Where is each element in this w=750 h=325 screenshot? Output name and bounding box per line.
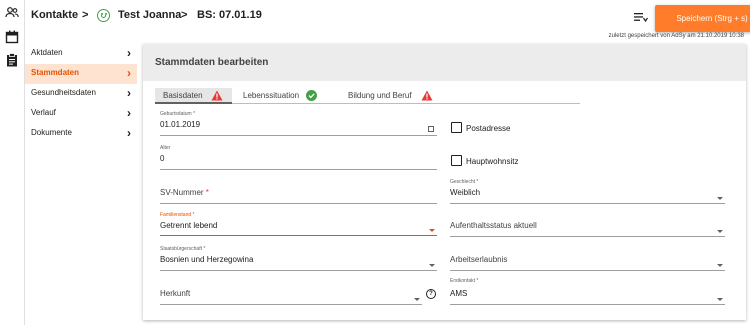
nav-item-label: Stammdaten: [31, 68, 80, 77]
first-contact-select[interactable]: Erstkontakt * AMS: [450, 278, 725, 305]
field-value: Weiblich: [450, 188, 481, 197]
hauptwohnsitz-label: Hauptwohnsitz: [466, 157, 519, 166]
nav-item-dokumente[interactable]: Dokumente ›: [25, 124, 137, 144]
age-field[interactable]: Alter 0: [160, 145, 437, 170]
top-bar: Kontakte > Test Joanna > BS: 07.01.19 Sp…: [25, 0, 750, 32]
nav-item-label: Verlauf: [31, 108, 56, 117]
chevron-right-icon: ›: [127, 106, 131, 120]
field-value: 0: [160, 154, 165, 163]
required-marker: *: [205, 188, 209, 197]
dropdown-arrow-icon: [717, 298, 723, 301]
calendar-picker-icon[interactable]: [428, 126, 434, 132]
field-label: Alter: [160, 145, 171, 151]
contacts-icon[interactable]: [5, 6, 19, 20]
chevron-right-icon: ›: [127, 46, 131, 60]
nav-item-label: Aktdaten: [31, 48, 63, 57]
check-circle-icon: [306, 90, 317, 101]
field-label: Staatsbürgerschaft *: [160, 246, 206, 252]
warning-icon: [421, 90, 433, 101]
field-value: Getrennt lebend: [160, 221, 218, 230]
field-label: Erstkontakt *: [450, 278, 479, 284]
dropdown-arrow-icon: [717, 264, 723, 267]
tab-bar: Basisdaten Lebenssituation Bildung und B…: [155, 88, 580, 104]
last-saved-info: zuletzt gespeichert von AdSy am 21.10.20…: [608, 33, 744, 39]
tab-label: Lebenssituation: [243, 91, 300, 100]
nav-item-label: Gesundheitsdaten: [31, 88, 96, 97]
placeholder-text: SV-Nummer: [160, 188, 204, 197]
breadcrumb-record: BS: 07.01.19: [197, 9, 262, 21]
dropdown-arrow-icon: [717, 197, 723, 200]
clipboard-icon[interactable]: [5, 53, 19, 67]
postadresse-label: Postadresse: [466, 124, 511, 133]
field-value: 01.01.2019: [160, 120, 201, 129]
field-label: Geschlecht *: [450, 179, 479, 185]
marital-status-select[interactable]: Familienstand * Getrennt lebend: [160, 212, 437, 236]
nav-item-stammdaten[interactable]: Stammdaten ›: [25, 64, 137, 84]
field-label: Geburtsdatum *: [160, 111, 196, 117]
chevron-right-icon: ›: [127, 66, 131, 80]
nav-item-verlauf[interactable]: Verlauf ›: [25, 104, 137, 124]
breadcrumb-person[interactable]: Test Joanna: [118, 9, 181, 21]
citizenship-select[interactable]: Staatsbürgerschaft * Bosnien und Herzego…: [160, 246, 437, 271]
dropdown-arrow-icon: [717, 230, 723, 233]
tab-lebenssituation[interactable]: Lebenssituation: [235, 88, 330, 104]
smiley-status-icon: [97, 9, 110, 22]
field-value: AMS: [450, 289, 468, 298]
nav-item-gesundheitsdaten[interactable]: Gesundheitsdaten ›: [25, 84, 137, 104]
field-placeholder: Arbeitserlaubnis: [450, 255, 508, 264]
sort-filter-icon[interactable]: [634, 11, 648, 23]
postadresse-checkbox[interactable]: [451, 122, 462, 133]
tab-label: Basisdaten: [163, 91, 203, 100]
breadcrumb-contacts[interactable]: Kontakte: [31, 9, 78, 21]
field-value: Bosnien und Herzegowina: [160, 255, 254, 264]
field-label: Familienstand *: [160, 212, 195, 218]
warning-icon: [211, 90, 223, 101]
dropdown-arrow-icon: [429, 229, 435, 232]
nav-item-aktdaten[interactable]: Aktdaten ›: [25, 44, 137, 64]
chevron-right-icon: ›: [127, 126, 131, 140]
work-permit-select[interactable]: Arbeitserlaubnis: [450, 246, 725, 271]
nav-item-label: Dokumente: [31, 128, 72, 137]
field-placeholder: SV-Nummer *: [160, 188, 437, 197]
gender-select[interactable]: Geschlecht * Weiblich: [450, 179, 725, 204]
calendar-icon[interactable]: [5, 30, 19, 44]
tab-label: Bildung und Beruf: [348, 91, 412, 100]
stammdaten-panel: Stammdaten bearbeiten Basisdaten Lebenss…: [143, 44, 746, 320]
icon-rail: [0, 0, 25, 325]
breadcrumb-separator-icon: >: [181, 9, 188, 21]
help-icon[interactable]: ?: [426, 289, 436, 299]
hauptwohnsitz-checkbox[interactable]: [451, 155, 462, 166]
breadcrumb-separator-icon: >: [82, 9, 89, 21]
tab-bildung-und-beruf[interactable]: Bildung und Beruf: [340, 88, 450, 104]
residence-status-select[interactable]: Aufenthaltsstatus aktuell: [450, 212, 725, 237]
field-placeholder: Herkunft: [160, 289, 191, 298]
dropdown-arrow-icon: [414, 298, 420, 301]
chevron-right-icon: ›: [127, 86, 131, 100]
panel-title: Stammdaten bearbeiten: [143, 44, 746, 81]
sv-number-field[interactable]: SV-Nummer *: [160, 179, 437, 204]
tab-basisdaten[interactable]: Basisdaten: [155, 88, 232, 104]
field-placeholder: Aufenthaltsstatus aktuell: [450, 221, 537, 230]
save-button[interactable]: Speichern (Strg + s): [655, 5, 750, 32]
birthdate-field[interactable]: Geburtsdatum * 01.01.2019: [160, 111, 437, 136]
section-nav: Aktdaten › Stammdaten › Gesundheitsdaten › …: [25, 44, 137, 144]
dropdown-arrow-icon: [429, 264, 435, 267]
origin-select[interactable]: Herkunft: [160, 280, 422, 305]
